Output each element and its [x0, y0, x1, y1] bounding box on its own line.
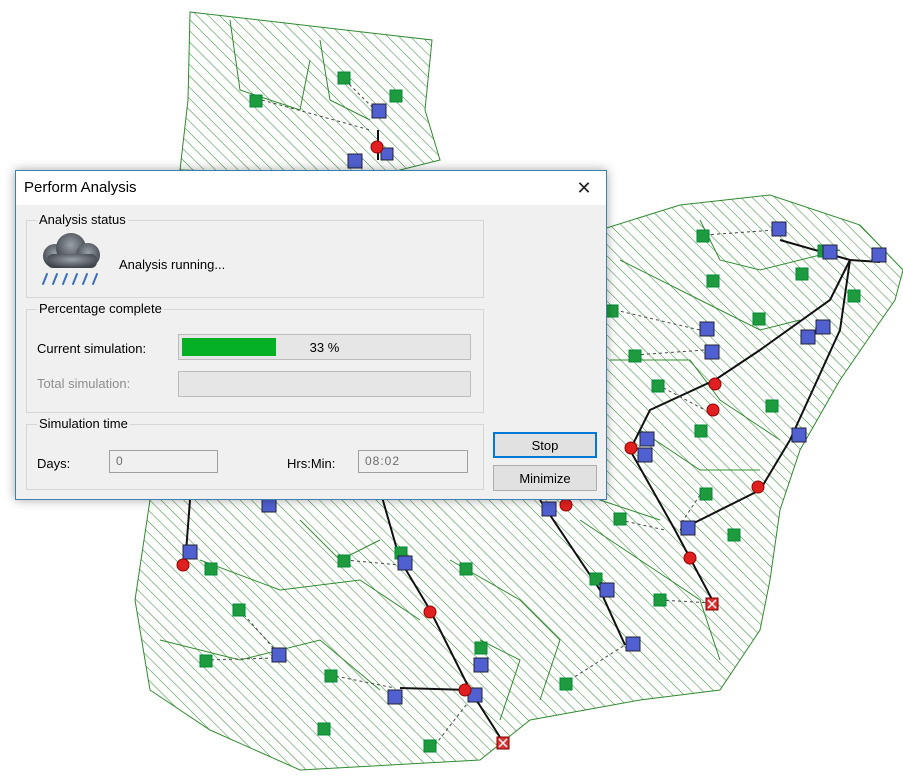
dialog-titlebar[interactable]: Perform Analysis ✕	[16, 171, 606, 205]
simulation-time-group: Simulation time Days: 0 Hrs:Min: 08:02	[26, 416, 484, 490]
hrsmin-field: 08:02	[358, 450, 468, 473]
days-label: Days:	[37, 456, 71, 471]
current-simulation-progress: 33 %	[178, 334, 471, 360]
percentage-complete-group: Percentage complete Current simulation: …	[26, 301, 484, 413]
current-simulation-label: Current simulation:	[37, 341, 147, 356]
minimize-button[interactable]: Minimize	[493, 465, 597, 491]
perform-analysis-dialog: Perform Analysis ✕ Analysis status Analy…	[15, 170, 607, 500]
stop-button[interactable]: Stop	[493, 432, 597, 458]
dialog-title: Perform Analysis	[24, 179, 137, 196]
simulation-time-legend: Simulation time	[37, 416, 130, 431]
analysis-status-message: Analysis running...	[119, 257, 226, 272]
current-simulation-percent: 33 %	[309, 339, 340, 355]
percentage-complete-legend: Percentage complete	[37, 301, 164, 316]
total-simulation-label: Total simulation:	[37, 376, 131, 391]
close-icon[interactable]: ✕	[562, 171, 606, 205]
rain-cloud-icon	[42, 233, 100, 285]
analysis-status-legend: Analysis status	[37, 212, 128, 227]
hrsmin-label: Hrs:Min:	[287, 456, 336, 471]
analysis-status-group: Analysis status Analysis running...	[26, 212, 484, 298]
total-simulation-progress	[178, 371, 471, 397]
days-field: 0	[109, 450, 218, 473]
